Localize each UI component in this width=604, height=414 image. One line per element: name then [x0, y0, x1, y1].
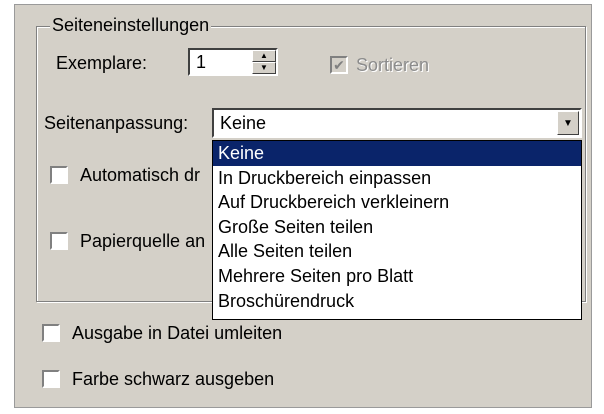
option-keine[interactable]: Keine [213, 141, 581, 166]
option-booklet-printing[interactable]: Broschürendruck [213, 289, 581, 314]
collate-checkbox[interactable]: ✔ [330, 56, 348, 74]
chevron-down-icon: ▼ [563, 117, 573, 129]
copies-value[interactable]: 1 [196, 51, 206, 73]
page-scaling-select[interactable]: Keine ▼ [212, 108, 582, 138]
option-fit-print-area[interactable]: In Druckbereich einpassen [213, 166, 581, 191]
paper-source-checkbox[interactable] [50, 232, 68, 250]
page-scaling-value: Keine [220, 113, 267, 133]
auto-rotate-label: Automatisch dr [80, 165, 201, 185]
page-scaling-label: Seitenanpassung: [44, 113, 189, 133]
copies-spinner[interactable]: 1 ▲ ▼ [188, 48, 278, 76]
option-tile-all-pages[interactable]: Alle Seiten teilen [213, 239, 581, 264]
print-to-file-checkbox[interactable] [42, 324, 60, 342]
triangle-down-icon: ▼ [260, 63, 268, 72]
checkmark-icon: ✔ [333, 57, 345, 73]
page-scaling-dropdown-list: Keine In Druckbereich einpassen Auf Druc… [212, 140, 582, 320]
auto-rotate-checkbox[interactable] [50, 166, 68, 184]
print-to-file-label: Ausgabe in Datei umleiten [72, 323, 283, 343]
dropdown-button[interactable]: ▼ [557, 111, 579, 135]
collate-label: Sortieren [356, 55, 430, 75]
spin-up-button[interactable]: ▲ [252, 50, 276, 62]
print-black-checkbox[interactable] [42, 370, 60, 388]
option-tile-large-pages[interactable]: Große Seiten teilen [213, 215, 581, 240]
triangle-up-icon: ▲ [260, 51, 268, 60]
copies-label: Exemplare: [56, 53, 148, 73]
option-multiple-pages-per-sheet[interactable]: Mehrere Seiten pro Blatt [213, 264, 581, 289]
print-black-label: Farbe schwarz ausgeben [72, 369, 275, 389]
option-shrink-print-area[interactable]: Auf Druckbereich verkleinern [213, 190, 581, 215]
spin-down-button[interactable]: ▼ [252, 62, 276, 74]
page-settings-title: Seiteneinstellungen [50, 14, 212, 36]
paper-source-label: Papierquelle an [80, 231, 206, 251]
spinner-buttons: ▲ ▼ [252, 50, 276, 74]
